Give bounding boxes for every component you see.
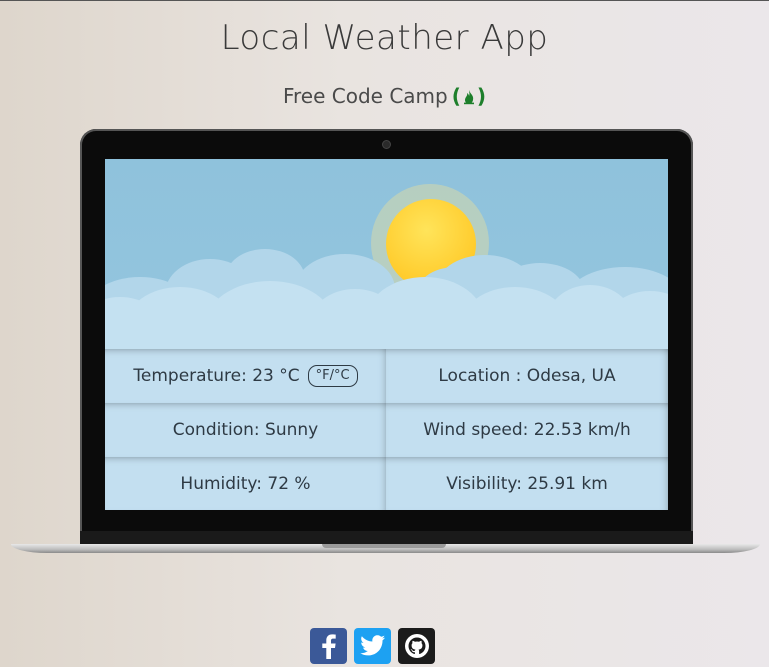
visibility-value: Visibility: 25.91 km: [446, 473, 608, 494]
github-icon[interactable]: [398, 628, 435, 664]
webcam-icon: [382, 140, 391, 149]
humidity-value: Humidity: 72 %: [180, 473, 311, 494]
social-links: [310, 628, 435, 664]
page-title: Local Weather App: [220, 18, 549, 58]
temperature-value: Temperature: 23 °C: [133, 366, 300, 386]
wind-speed-value: Wind speed: 22.53 km/h: [423, 420, 631, 440]
subtitle-text: Free Code Camp: [282, 84, 448, 108]
condition-cell: Condition: Sunny: [105, 403, 386, 457]
location-value: Location : Odesa, UA: [438, 366, 616, 386]
top-border: [0, 0, 769, 1]
location-cell: Location : Odesa, UA: [386, 349, 668, 403]
temperature-cell: Temperature: 23 °C °F/°C: [105, 349, 386, 403]
laptop-hinge: [80, 531, 693, 545]
cloud-base: [105, 311, 668, 351]
weather-screen: Temperature: 23 °C °F/°C Location : Odes…: [105, 159, 668, 510]
humidity-cell: Humidity: 72 %: [105, 457, 386, 510]
weather-info-grid: Temperature: 23 °C °F/°C Location : Odes…: [105, 349, 668, 510]
freecodecamp-fire-icon: (): [451, 84, 487, 108]
visibility-cell: Visibility: 25.91 km: [386, 457, 668, 510]
unit-toggle-button[interactable]: °F/°C: [307, 365, 358, 387]
laptop-notch: [322, 544, 446, 548]
facebook-icon[interactable]: [310, 628, 347, 664]
twitter-icon[interactable]: [354, 628, 391, 664]
wind-cell: Wind speed: 22.53 km/h: [386, 403, 668, 457]
page-subtitle: Free Code Camp(): [0, 84, 769, 108]
condition-value: Condition: Sunny: [172, 420, 319, 440]
